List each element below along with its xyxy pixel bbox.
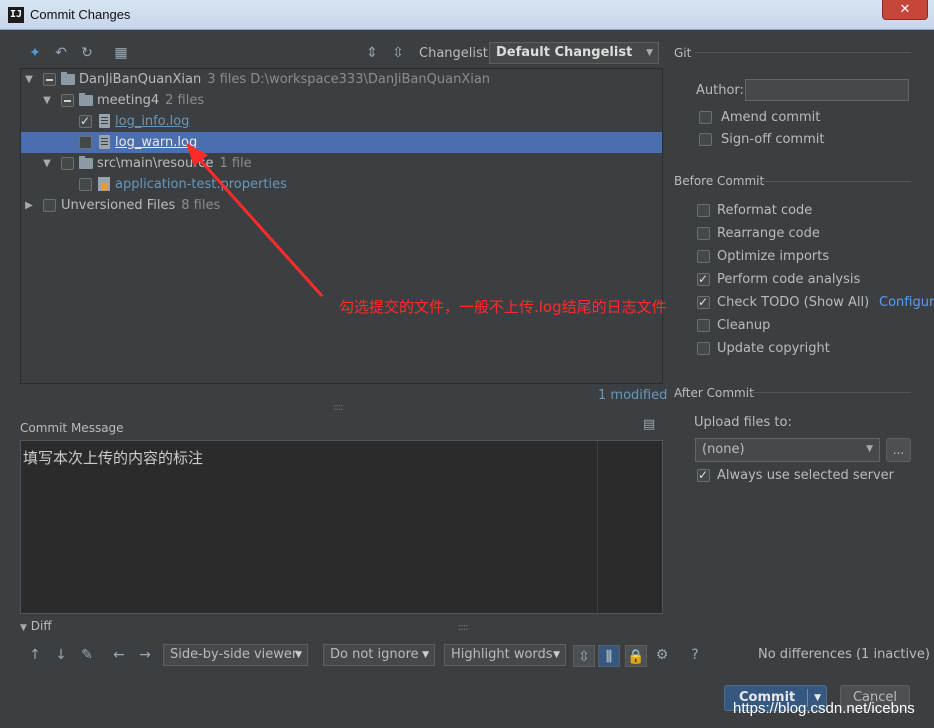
diff-splitter-handle[interactable]: :::: (458, 622, 469, 633)
option-label: Optimize imports (717, 249, 830, 264)
amend-commit-checkbox[interactable] (699, 111, 712, 124)
option-label: Check TODO (Show All) (717, 295, 870, 310)
git-section-title: Git (674, 46, 692, 60)
option-checkbox[interactable] (697, 204, 710, 217)
option-label: Reformat code (717, 203, 813, 218)
chevron-down-icon: ▼ (422, 650, 429, 660)
commit-message-input[interactable]: 填写本次上传的内容的标注 (20, 440, 663, 614)
commit-message-text: 填写本次上传的内容的标注 (23, 449, 204, 467)
option-checkbox[interactable] (697, 292, 710, 312)
signoff-commit-label: Sign-off commit (721, 132, 825, 147)
diff-label: Diff (30, 619, 52, 633)
highlight-value: Highlight words (451, 647, 553, 662)
before-commit-title: Before Commit (674, 174, 765, 188)
author-label: Author: (696, 83, 744, 98)
collapse-arrow-icon: ▼ (20, 623, 27, 633)
gear-icon[interactable]: ⚙ (653, 646, 671, 664)
option-checkbox[interactable] (697, 250, 710, 263)
collapse-unchanged-icon[interactable]: ⇳ (573, 645, 595, 667)
configure-link[interactable]: Configure (879, 293, 934, 313)
sync-scroll-icon[interactable]: ⫼ (598, 645, 620, 667)
whitespace-dropdown[interactable]: Do not ignore ▼ (323, 644, 435, 666)
highlight-dropdown[interactable]: Highlight words ▼ (444, 644, 566, 666)
chevron-down-icon: ▼ (295, 650, 302, 660)
signoff-commit-checkbox[interactable] (699, 133, 712, 146)
amend-commit-label: Amend commit (721, 110, 821, 125)
chevron-down-icon: ▼ (866, 444, 873, 454)
help-icon[interactable]: ? (686, 646, 704, 664)
diff-status: No differences (1 inactive) (758, 647, 930, 662)
option-label: Perform code analysis (717, 272, 861, 287)
option-checkbox[interactable] (697, 269, 710, 289)
previous-difference-icon[interactable]: ↑ (26, 646, 44, 664)
upload-server-value: (none) (702, 442, 745, 457)
viewer-type-value: Side-by-side viewer (170, 647, 298, 662)
upload-server-dropdown[interactable]: (none) ▼ (695, 438, 880, 462)
option-label: Rearrange code (717, 226, 820, 241)
option-label: Update copyright (717, 341, 830, 356)
always-use-server-label: Always use selected server (717, 468, 895, 483)
diff-section-toggle[interactable]: ▼ Diff (20, 619, 52, 633)
next-difference-icon[interactable]: ↓ (52, 646, 70, 664)
commit-message-label: Commit Message (20, 421, 124, 435)
git-divider (695, 52, 911, 53)
author-input[interactable] (745, 79, 909, 101)
watermark-text: https://blog.csdn.net/icebns (733, 700, 915, 717)
whitespace-value: Do not ignore (330, 647, 419, 662)
upload-files-label: Upload files to: (694, 415, 792, 430)
after-commit-title: After Commit (674, 386, 754, 400)
viewer-type-dropdown[interactable]: Side-by-side viewer ▼ (163, 644, 308, 666)
splitter-handle[interactable]: :::: (333, 402, 344, 413)
next-file-icon[interactable]: → (136, 646, 154, 664)
browse-servers-button[interactable]: ... (886, 438, 911, 462)
always-use-server-checkbox[interactable] (697, 465, 710, 485)
right-margin-guide (597, 441, 598, 613)
commit-history-icon[interactable]: ▤ (643, 417, 659, 433)
option-checkbox[interactable] (697, 319, 710, 332)
option-checkbox[interactable] (697, 227, 710, 240)
edit-source-icon[interactable]: ✎ (78, 646, 96, 664)
option-checkbox[interactable] (697, 342, 710, 355)
annotation-text: 勾选提交的文件，一般不上传.log结尾的日志文件 (339, 298, 667, 316)
lock-icon[interactable]: 🔒 (625, 645, 647, 667)
before-commit-divider (760, 181, 911, 182)
after-commit-divider (750, 392, 911, 393)
chevron-down-icon: ▼ (553, 650, 560, 660)
previous-file-icon[interactable]: ← (110, 646, 128, 664)
option-label: Cleanup (717, 318, 771, 333)
modified-count-link[interactable]: 1 modified (598, 388, 667, 403)
